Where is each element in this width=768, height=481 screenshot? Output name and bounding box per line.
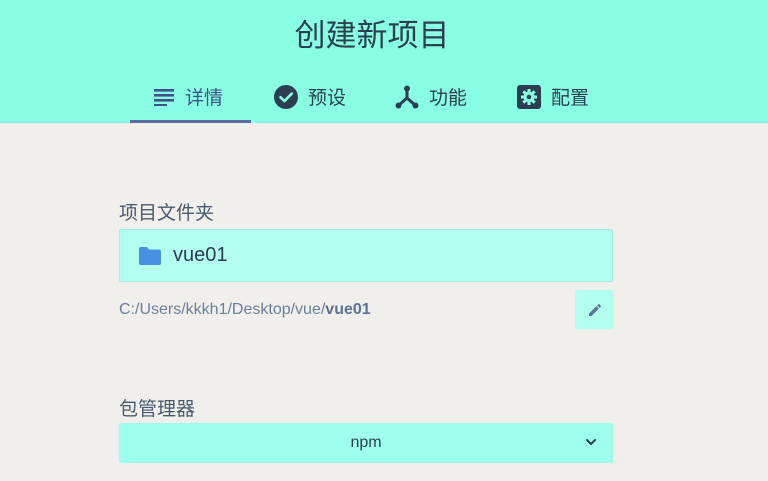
settings-applications-icon bbox=[517, 84, 541, 109]
active-tab-indicator bbox=[130, 120, 251, 123]
package-manager-select[interactable]: npm bbox=[119, 423, 613, 463]
header-bar: 创建新项目 详情 预设 功能 配置 bbox=[0, 0, 768, 123]
tab-features[interactable]: 功能 bbox=[395, 70, 467, 123]
chevron-down-icon bbox=[586, 439, 596, 445]
pencil-icon bbox=[588, 303, 601, 316]
tab-presets[interactable]: 预设 bbox=[274, 70, 346, 123]
project-folder-name: vue01 bbox=[173, 244, 228, 266]
subject-icon bbox=[154, 88, 174, 106]
page-title: 创建新项目 bbox=[294, 18, 450, 54]
edit-path-button[interactable] bbox=[575, 290, 614, 329]
project-folder-label: 项目文件夹 bbox=[119, 203, 215, 224]
check-circle-icon bbox=[274, 84, 298, 109]
tab-configuration[interactable]: 配置 bbox=[517, 70, 589, 123]
tab-configuration-label: 配置 bbox=[551, 88, 590, 109]
tab-presets-label: 预设 bbox=[308, 88, 347, 109]
package-manager-label: 包管理器 bbox=[119, 399, 196, 420]
folder-icon bbox=[139, 246, 161, 265]
project-folder-input[interactable]: vue01 bbox=[119, 229, 613, 282]
package-manager-value: npm bbox=[350, 434, 382, 451]
project-folder-path-prefix: C:/Users/kkkh1/Desktop/vue/ bbox=[119, 301, 326, 318]
tab-features-label: 功能 bbox=[429, 88, 468, 109]
call-split-icon bbox=[395, 85, 419, 108]
project-folder-path: C:/Users/kkkh1/Desktop/vue/vue01 bbox=[119, 301, 371, 319]
project-folder-path-name: vue01 bbox=[325, 301, 371, 318]
tab-details[interactable]: 详情 bbox=[153, 70, 223, 123]
tab-details-label: 详情 bbox=[185, 88, 224, 109]
